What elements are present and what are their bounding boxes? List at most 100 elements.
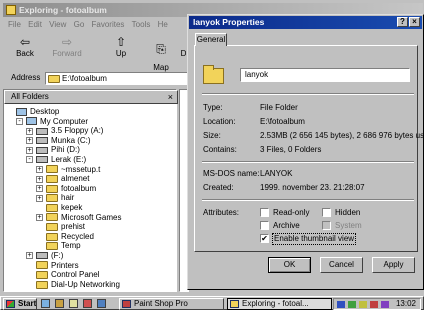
expand-icon[interactable]: + (36, 175, 43, 183)
tree-item-label: hair (61, 193, 75, 203)
expand-icon[interactable]: + (36, 165, 43, 173)
tray-scheduler-icon[interactable] (370, 301, 378, 308)
tree-item[interactable]: + Munka (C:) (26, 136, 91, 146)
expand-icon[interactable]: + (26, 127, 33, 135)
tray-monitor-icon[interactable] (348, 301, 356, 308)
tree-item-label: My Computer (40, 116, 89, 126)
tree-item[interactable]: +3.5 Floppy (A:) (26, 126, 103, 136)
readonly-checkbox[interactable] (260, 208, 269, 217)
tree-item-label: Recycled (61, 231, 94, 241)
cancel-button[interactable]: Cancel (320, 257, 363, 273)
folder-name-field[interactable]: lanyok (240, 68, 410, 82)
tree-item-label: (F:) (51, 251, 64, 260)
menu-file[interactable]: File (8, 19, 21, 31)
tree-item-label: ~mssetup.t (61, 164, 101, 174)
browser-quicklaunch-icon[interactable] (41, 299, 50, 308)
explorer-title: Exploring - fotoalbum (19, 5, 107, 15)
location-label: Location: (203, 117, 236, 126)
tree-item[interactable]: Recycled (36, 232, 94, 242)
expand-icon[interactable]: + (36, 213, 43, 221)
folder-icon (46, 194, 58, 203)
media-quicklaunch-icon[interactable] (83, 299, 92, 308)
tree-item-label: kepek (61, 203, 83, 212)
tray-speaker-icon[interactable] (359, 301, 367, 308)
hidden-checkbox[interactable] (322, 208, 331, 217)
collapse-icon[interactable]: - (26, 156, 33, 164)
drive-icon (36, 156, 48, 164)
folder-large-icon (203, 65, 224, 84)
dialog-title: lanyok Properties (193, 17, 265, 27)
system-checkbox (322, 221, 331, 230)
expand-icon[interactable]: + (26, 137, 33, 145)
tree-item[interactable]: + almenet (36, 174, 89, 184)
floppy-icon (36, 127, 48, 135)
menu-tools[interactable]: Tools (132, 19, 151, 31)
tree-item[interactable]: Control Panel (26, 270, 99, 280)
tree-item[interactable]: - Lerak (E:) (26, 155, 86, 165)
desktop-quicklaunch-icon[interactable] (97, 299, 106, 308)
folder-icon (46, 175, 58, 184)
menu-view[interactable]: View (49, 19, 66, 31)
archive-checkbox[interactable] (260, 221, 269, 230)
back-button[interactable]: ⇦ Back (7, 35, 43, 67)
tab-general[interactable]: General (195, 33, 227, 46)
tree-item[interactable]: Desktop (6, 107, 59, 117)
expand-icon[interactable]: + (26, 146, 33, 154)
folder-tree[interactable]: Desktop - My Computer +3.5 Floppy (A:) + Munk… (4, 105, 178, 293)
map-drive-icon: ⎘ (156, 42, 166, 56)
type-value: File Folder (260, 103, 298, 112)
menu-help[interactable]: He (158, 19, 168, 31)
printer-folder-icon (36, 261, 48, 270)
drive-icon (36, 137, 48, 145)
dialog-title-bar[interactable]: lanyok Properties ? × (189, 16, 422, 29)
tree-item-label: Munka (C:) (51, 135, 91, 145)
taskbar-task-paintshop[interactable]: Paint Shop Pro (119, 298, 224, 310)
tree-item[interactable]: Printers (26, 261, 79, 271)
network-icon (36, 280, 48, 289)
tray-network-icon[interactable] (337, 301, 345, 308)
tree-item[interactable]: + (F:) (26, 251, 63, 261)
tree-item[interactable]: + Microsoft Games (36, 213, 121, 223)
menu-edit[interactable]: Edit (28, 19, 42, 31)
notepad-quicklaunch-icon[interactable] (69, 299, 78, 308)
apply-button[interactable]: Apply (372, 257, 415, 273)
size-label: Size: (203, 131, 221, 140)
tree-item[interactable]: + Pihi (D:) (26, 145, 80, 155)
standard-toolbar: ⇦ Back ⇨ Forward ⇧ Up ⎘ Map Drive D (3, 33, 188, 81)
taskbar-task-exploring[interactable]: Exploring - fotoal... (227, 298, 332, 310)
ok-button[interactable]: OK (268, 257, 311, 273)
tree-item-label: Control Panel (51, 270, 100, 280)
start-button[interactable]: Start (3, 298, 37, 310)
close-icon[interactable]: × (168, 91, 173, 103)
thumbnail-checkbox[interactable]: ✔ (260, 234, 269, 243)
tree-item[interactable]: kepek (36, 203, 82, 213)
tree-item[interactable]: prehist (36, 222, 85, 232)
hidden-label: Hidden (335, 208, 361, 217)
taskbar: Start Paint Shop Pro Exploring - fotoal.… (0, 296, 424, 310)
collapse-icon[interactable]: - (16, 117, 23, 125)
forward-arrow-icon: ⇨ (61, 35, 73, 49)
forward-button[interactable]: ⇨ Forward (47, 35, 87, 67)
tree-item[interactable]: - My Computer (16, 117, 88, 127)
help-icon[interactable]: ? (397, 17, 408, 27)
outlook-quicklaunch-icon[interactable] (55, 299, 64, 308)
tree-item[interactable]: Temp (36, 241, 81, 251)
expand-icon[interactable]: + (36, 185, 43, 193)
tree-item[interactable]: Dial-Up Networking (26, 280, 120, 290)
up-button[interactable]: ⇧ Up (107, 35, 135, 67)
expand-icon[interactable]: + (36, 194, 43, 202)
menu-go[interactable]: Go (74, 19, 85, 31)
tree-item[interactable]: + fotoalbum (36, 184, 96, 194)
tray-app-icon[interactable] (381, 301, 389, 308)
expand-icon[interactable]: + (26, 252, 33, 260)
menu-favorites[interactable]: Favorites (92, 19, 125, 31)
tree-item[interactable]: + hair (36, 193, 74, 203)
folder-icon (46, 213, 58, 222)
address-label: Address (11, 73, 41, 82)
clock[interactable]: 13:02 (396, 299, 416, 309)
map-drive-button[interactable]: ⎘ Map Drive (147, 35, 175, 81)
tree-item[interactable]: + ~mssetup.t (36, 165, 100, 175)
address-input[interactable]: E:\fotoalbum (45, 72, 190, 85)
close-icon[interactable]: × (409, 17, 420, 27)
tree-pane-header: All Folders × (4, 90, 178, 104)
